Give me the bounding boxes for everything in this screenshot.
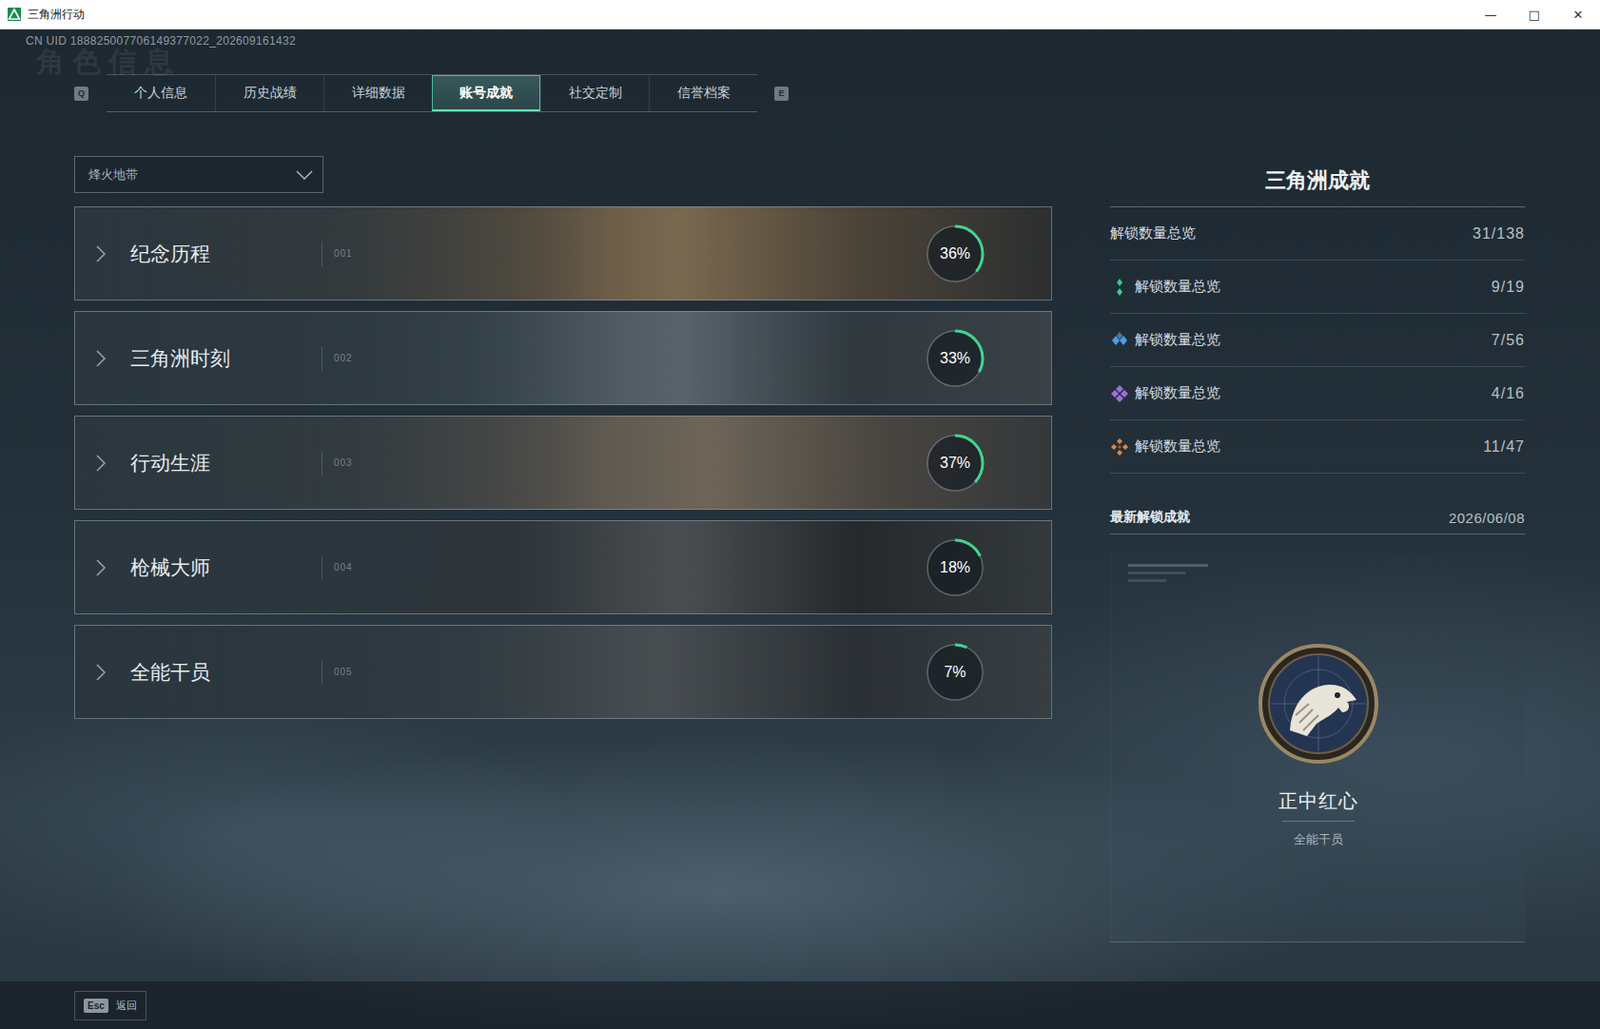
achievement-panel: 三角洲成就 解锁数量总览 31/138 解锁数量总览 9/19 解锁数量总览 7… (1110, 112, 1525, 982)
app-logo-icon (7, 7, 21, 21)
game-screen: CN UID 188825007706149377022_20260916143… (0, 29, 1600, 1029)
svg-text:18%: 18% (939, 559, 971, 576)
latest-achievement-card[interactable]: 正中红心 全能干员 (1110, 554, 1525, 943)
stat-label: 解锁数量总览 (1134, 437, 1221, 456)
chevron-right-icon (96, 245, 106, 263)
category-separator (321, 555, 323, 581)
progress-ring: 33% (923, 327, 987, 391)
category-index: 004 (333, 562, 353, 573)
title-bar: 三角洲行动 —□✕ (0, 0, 1600, 30)
stat-count: 31/138 (1472, 225, 1525, 243)
category-index: 002 (333, 352, 353, 364)
chevron-right-icon (96, 350, 106, 368)
panel-title: 三角洲成就 (1110, 112, 1525, 208)
category-row[interactable]: 三角洲时刻 002 33% (74, 311, 1053, 406)
category-row[interactable]: 全能干员 005 7% (74, 624, 1053, 720)
tier-row: 解锁数量总览 11/47 (1110, 420, 1525, 474)
tab[interactable]: 社交定制 (540, 75, 649, 112)
category-title: 全能干员 (130, 659, 312, 686)
card-decoration (1111, 554, 1209, 593)
stat-label: 解锁数量总览 (1134, 331, 1221, 350)
minimize-button[interactable]: — (1468, 0, 1513, 29)
chevron-right-icon (96, 454, 106, 472)
tab[interactable]: 详细数据 (323, 75, 432, 112)
eagle-badge-icon (1257, 643, 1380, 765)
tier-gem-icon (1110, 331, 1130, 351)
category-title: 枪械大师 (130, 554, 312, 582)
category-separator (321, 346, 323, 371)
category-list: 纪念历程 001 36% 三角洲时刻 002 33% 行动生涯 003 37% … (74, 206, 1053, 720)
category-title: 行动生涯 (130, 449, 312, 477)
category-index: 001 (333, 248, 353, 259)
category-separator (321, 241, 323, 267)
latest-header: 最新解锁成就 2026/06/08 (1110, 473, 1525, 535)
maximize-button[interactable]: □ (1512, 0, 1557, 29)
chevron-right-icon (96, 663, 106, 682)
progress-ring: 37% (923, 431, 987, 495)
category-index: 003 (333, 457, 353, 469)
stat-count: 7/56 (1491, 331, 1525, 350)
back-button[interactable]: Esc 返回 (74, 991, 147, 1021)
svg-text:7%: 7% (943, 663, 966, 681)
category-row[interactable]: 行动生涯 003 37% (74, 415, 1053, 510)
stat-count: 9/19 (1491, 278, 1525, 296)
tier-gem-icon (1110, 384, 1130, 404)
bottom-bar: Esc 返回 (0, 981, 1600, 1029)
tier-gem-icon (1110, 277, 1130, 297)
name-divider (1282, 820, 1355, 822)
tier-gem-icon (1110, 437, 1130, 457)
achievement-category: 全能干员 (1293, 831, 1344, 849)
category-index: 005 (333, 666, 353, 678)
window-title: 三角洲行动 (27, 6, 85, 23)
achievement-name: 正中红心 (1278, 787, 1359, 815)
stat-count: 11/47 (1482, 438, 1525, 456)
stat-label: 解锁数量总览 (1134, 384, 1221, 403)
stat-count: 4/16 (1491, 385, 1525, 403)
svg-text:37%: 37% (939, 454, 971, 471)
esc-key: Esc (83, 998, 109, 1014)
progress-ring: 18% (923, 536, 987, 600)
stat-label: 解锁数量总览 (1134, 277, 1221, 296)
tier-row: 解锁数量总览 4/16 (1110, 367, 1525, 421)
dropdown-value: 烽火地带 (88, 166, 138, 184)
progress-ring: 36% (923, 222, 987, 286)
mode-dropdown[interactable]: 烽火地带 (74, 156, 324, 194)
svg-text:36%: 36% (939, 245, 971, 262)
uid-label: CN UID 188825007706149377022_20260916143… (0, 29, 1600, 49)
tier-row: 解锁数量总览 7/56 (1110, 313, 1525, 368)
back-label: 返回 (116, 998, 137, 1014)
category-separator (321, 450, 323, 476)
category-row[interactable]: 枪械大师 004 18% (74, 520, 1053, 615)
stat-label: 解锁数量总览 (1110, 224, 1196, 243)
close-button[interactable]: ✕ (1556, 0, 1600, 29)
latest-label: 最新解锁成就 (1110, 508, 1191, 527)
chevron-down-icon (295, 170, 313, 180)
tab[interactable]: 历史战绩 (214, 75, 324, 112)
tab[interactable]: 账号成就 (431, 75, 541, 112)
tab[interactable]: 个人信息 (106, 75, 215, 112)
tab-bar: Q 个人信息历史战绩详细数据账号成就社交定制信誉档案 E (0, 74, 1600, 113)
category-column: 烽火地带 纪念历程 001 36% 三角洲时刻 002 33% 行动生涯 003… (74, 112, 1053, 982)
category-separator (321, 660, 323, 685)
summary-row: 解锁数量总览 31/138 (1110, 207, 1525, 261)
svg-text:33%: 33% (939, 350, 971, 367)
prev-tab-key[interactable]: Q (74, 86, 89, 101)
progress-ring: 7% (923, 641, 987, 704)
category-row[interactable]: 纪念历程 001 36% (74, 206, 1053, 301)
tier-row: 解锁数量总览 9/19 (1110, 260, 1525, 314)
app-window: 三角洲行动 —□✕ CN UID 188825007706149377022_2… (0, 0, 1600, 1029)
latest-date: 2026/06/08 (1448, 509, 1525, 527)
watermark: 角色信息 (0, 48, 1600, 75)
next-tab-key[interactable]: E (774, 86, 789, 101)
tab[interactable]: 信誉档案 (648, 75, 758, 112)
chevron-right-icon (96, 559, 106, 577)
category-title: 纪念历程 (130, 240, 312, 268)
category-title: 三角洲时刻 (130, 345, 312, 372)
